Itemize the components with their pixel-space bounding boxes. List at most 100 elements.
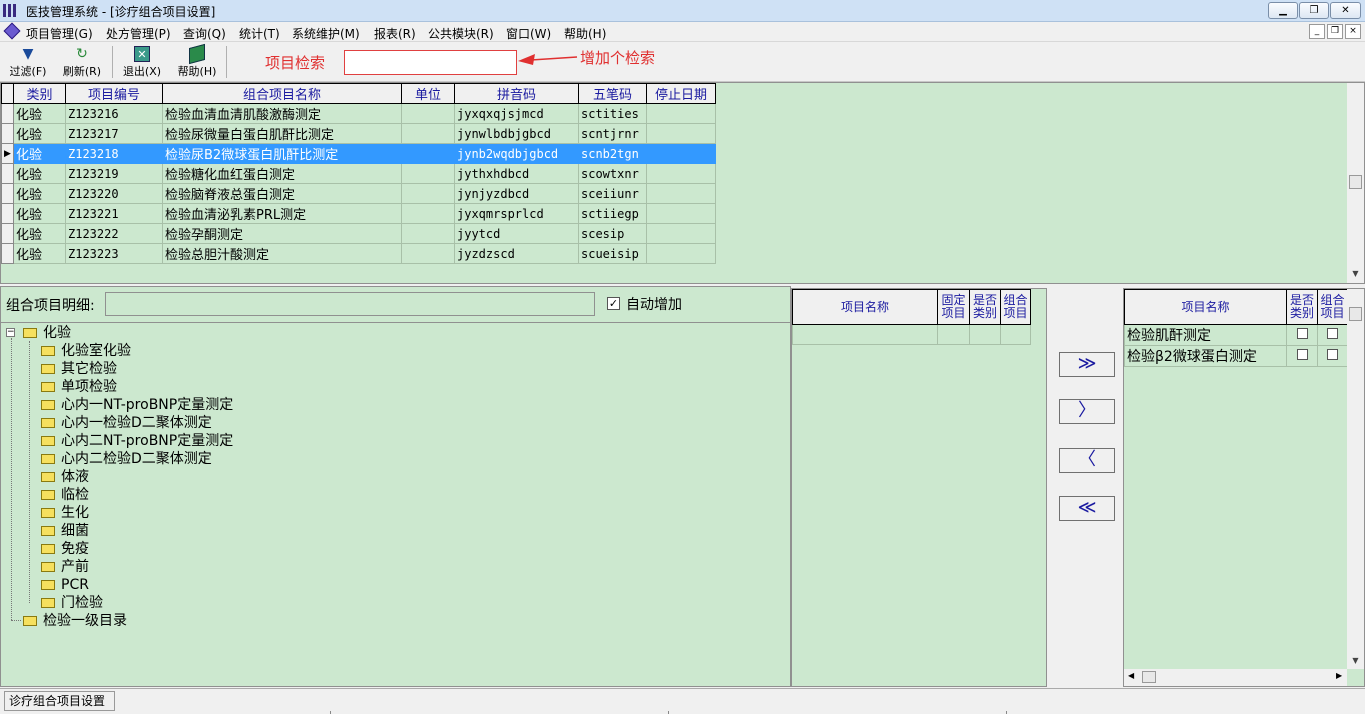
horizontal-scroll-thumb[interactable]: [1142, 671, 1156, 683]
tree-node[interactable]: 产前: [41, 558, 89, 576]
menu-statistics[interactable]: 统计(T): [239, 25, 280, 42]
cell-category[interactable]: 化验: [13, 163, 66, 184]
cell-unit[interactable]: [401, 203, 455, 224]
exit-button[interactable]: ✕ 退出(X): [116, 44, 168, 80]
col-header-unit[interactable]: 单位: [401, 83, 455, 104]
filter-button[interactable]: ▼ 过滤(F): [2, 44, 54, 80]
cell-category[interactable]: 化验: [13, 203, 66, 224]
cell-wubi[interactable]: scesip: [578, 223, 647, 244]
cell-unit[interactable]: [401, 163, 455, 184]
menu-system-maintenance[interactable]: 系统维护(M): [292, 25, 360, 42]
cell-code[interactable]: Z123218: [65, 143, 163, 164]
tree-node[interactable]: 心内二检验D二聚体测定: [41, 450, 212, 468]
cell-combo-item[interactable]: [1317, 324, 1348, 346]
col-header-fixed-item[interactable]: 固定项目: [937, 289, 970, 325]
cell-stop-date[interactable]: [646, 143, 716, 164]
table-row[interactable]: 化验 Z123222 检验孕酮测定 jyytcd scesip: [1, 223, 716, 244]
cell-wubi[interactable]: sceiiunr: [578, 183, 647, 204]
help-button[interactable]: 帮助(H): [171, 43, 223, 80]
cell-name[interactable]: 检验总胆汁酸测定: [162, 243, 402, 264]
menu-window[interactable]: 窗口(W): [506, 25, 551, 42]
remove-all-button[interactable]: ≪: [1059, 496, 1115, 521]
tree-node[interactable]: 化验室化验: [41, 342, 131, 360]
col-header-wubi[interactable]: 五笔码: [578, 83, 647, 104]
grid-vertical-scrollbar[interactable]: ▼: [1347, 83, 1364, 283]
empty-cell[interactable]: [937, 324, 970, 345]
add-all-button[interactable]: ≫: [1059, 352, 1115, 377]
cell-unit[interactable]: [401, 143, 455, 164]
checkbox-unchecked[interactable]: [1296, 349, 1308, 360]
cell-stop-date[interactable]: [646, 243, 716, 264]
row-indicator[interactable]: [1, 223, 14, 244]
cell-code[interactable]: Z123219: [65, 163, 163, 184]
cell-pinyin[interactable]: jyxqmrsprlcd: [454, 203, 579, 224]
cell-pinyin[interactable]: jyzdzscd: [454, 243, 579, 264]
detail-input[interactable]: [105, 292, 595, 316]
cell-wubi[interactable]: scueisip: [578, 243, 647, 264]
right-horizontal-scrollbar[interactable]: ◀ ▶: [1124, 669, 1347, 686]
cell-name[interactable]: 检验糖化血红蛋白测定: [162, 163, 402, 184]
restore-button[interactable]: ❐: [1299, 2, 1329, 19]
cell-is-category[interactable]: [1286, 345, 1318, 367]
cell-code[interactable]: Z123222: [65, 223, 163, 244]
col-header-is-category[interactable]: 是否类别: [1286, 289, 1318, 325]
mdi-minimize-button[interactable]: _: [1309, 24, 1325, 39]
col-header-category[interactable]: 类别: [13, 83, 66, 104]
cell-wubi[interactable]: scntjrnr: [578, 123, 647, 144]
tree-node[interactable]: 心内一检验D二聚体测定: [41, 414, 212, 432]
cell-code[interactable]: Z123220: [65, 183, 163, 204]
cell-name[interactable]: 检验孕酮测定: [162, 223, 402, 244]
cell-pinyin[interactable]: jynwlbdbjgbcd: [454, 123, 579, 144]
cell-name[interactable]: 检验尿微量白蛋白肌酐比测定: [162, 123, 402, 144]
row-indicator[interactable]: [1, 103, 14, 124]
row-indicator[interactable]: [1, 183, 14, 204]
table-row-empty[interactable]: [792, 324, 1031, 345]
cell-stop-date[interactable]: [646, 183, 716, 204]
add-one-button[interactable]: 〉: [1059, 399, 1115, 424]
cell-code[interactable]: Z123223: [65, 243, 163, 264]
cell-stop-date[interactable]: [646, 203, 716, 224]
cell-category[interactable]: 化验: [13, 143, 66, 164]
col-header-item-name[interactable]: 项目名称: [792, 289, 938, 325]
cell-stop-date[interactable]: [646, 163, 716, 184]
mdi-close-button[interactable]: ×: [1345, 24, 1361, 39]
col-header-stop-date[interactable]: 停止日期: [646, 83, 716, 104]
scroll-left-icon[interactable]: ◀: [1128, 671, 1134, 680]
tree-node[interactable]: 体液: [41, 468, 89, 486]
tree-node[interactable]: 细菌: [41, 522, 89, 540]
cell-unit[interactable]: [401, 243, 455, 264]
table-row[interactable]: 检验肌酐测定: [1124, 324, 1348, 346]
row-indicator[interactable]: [1, 243, 14, 264]
cell-name[interactable]: 检验脑脊液总蛋白测定: [162, 183, 402, 204]
cell-category[interactable]: 化验: [13, 183, 66, 204]
tree-collapse-icon[interactable]: −: [6, 328, 15, 337]
cell-pinyin[interactable]: jynb2wqdbjgbcd: [454, 143, 579, 164]
row-indicator[interactable]: [1, 203, 14, 224]
table-row[interactable]: 化验 Z123221 检验血清泌乳素PRL测定 jyxqmrsprlcd sctiieg…: [1, 203, 716, 224]
table-row[interactable]: 化验 Z123223 检验总胆汁酸测定 jyzdzscd scueisip: [1, 243, 716, 264]
cell-stop-date[interactable]: [646, 103, 716, 124]
table-row[interactable]: 化验 Z123220 检验脑脊液总蛋白测定 jynjyzdbcd sceiiunr: [1, 183, 716, 204]
tree-node[interactable]: 其它检验: [41, 360, 117, 378]
cell-unit[interactable]: [401, 103, 455, 124]
empty-cell[interactable]: [792, 324, 938, 345]
cell-name[interactable]: 检验血清泌乳素PRL测定: [162, 203, 402, 224]
refresh-button[interactable]: ↻ 刷新(R): [56, 44, 108, 80]
tree-node[interactable]: 门检验: [41, 594, 103, 612]
cell-is-category[interactable]: [1286, 324, 1318, 346]
row-pointer-icon[interactable]: ▶: [1, 143, 14, 164]
cell-pinyin[interactable]: jyxqxqjsjmcd: [454, 103, 579, 124]
menu-query[interactable]: 查询(Q): [183, 25, 226, 42]
cell-wubi[interactable]: scowtxnr: [578, 163, 647, 184]
menu-project-management[interactable]: 项目管理(G): [26, 25, 93, 42]
table-row[interactable]: 检验β2微球蛋白测定: [1124, 345, 1348, 367]
cell-wubi[interactable]: scnb2tgn: [578, 143, 647, 164]
tree-node[interactable]: 心内一NT-proBNP定量测定: [41, 396, 233, 414]
right-vertical-scrollbar[interactable]: ▼: [1347, 289, 1364, 669]
cell-code[interactable]: Z123216: [65, 103, 163, 124]
tree-node-sibling[interactable]: 检验一级目录: [23, 612, 127, 630]
cell-category[interactable]: 化验: [13, 243, 66, 264]
cell-unit[interactable]: [401, 183, 455, 204]
tree-node-root[interactable]: 化验: [23, 324, 71, 342]
cell-wubi[interactable]: sctiiegp: [578, 203, 647, 224]
